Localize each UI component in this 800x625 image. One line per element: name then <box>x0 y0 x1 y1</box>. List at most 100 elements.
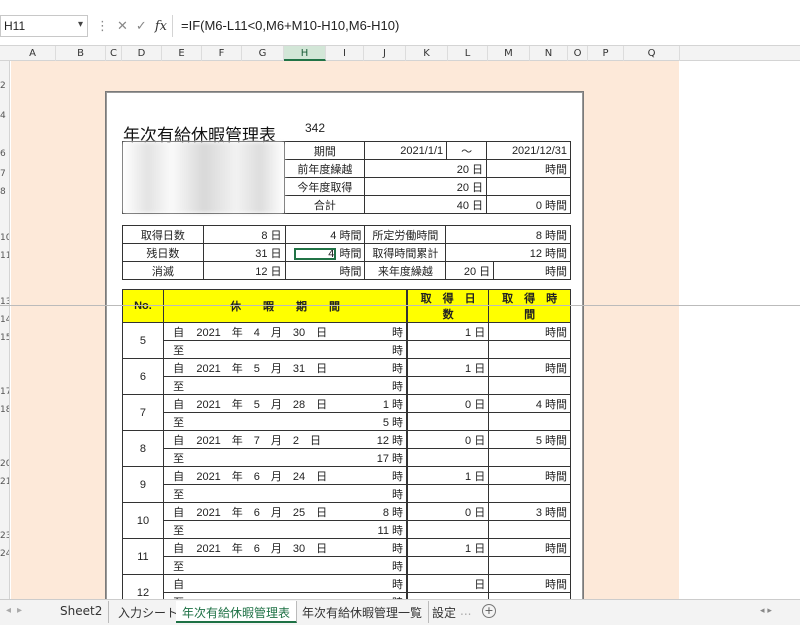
entry-from-date[interactable]: 2021 年 5 月 31 日 <box>193 358 354 377</box>
row-header[interactable]: 24 <box>0 549 9 559</box>
selected-cell-h11[interactable]: 4 <box>294 247 337 260</box>
entry-from-date[interactable]: 2021 年 7 月 2 日 <box>193 430 354 449</box>
entry-hours[interactable]: 時間 <box>488 574 571 593</box>
entry-to-date[interactable] <box>193 340 354 359</box>
row-header[interactable]: 2 <box>0 81 9 91</box>
entry-days[interactable]: 1 日 <box>406 322 490 341</box>
remain-hours[interactable]: 4 時間 <box>284 243 366 262</box>
tab-settings[interactable]: 設定 <box>426 601 462 623</box>
col-header-h[interactable]: H <box>284 46 326 61</box>
col-header-p[interactable]: P <box>588 46 624 61</box>
entry-days-blank[interactable] <box>406 556 490 575</box>
tab-sheet2[interactable]: Sheet2 <box>54 601 110 623</box>
row-header[interactable]: 23 <box>0 531 9 541</box>
entry-days[interactable]: 1 日 <box>406 538 490 557</box>
carry-days[interactable]: 20 日 <box>364 159 488 178</box>
period-start[interactable]: 2021/1/1 <box>364 141 448 160</box>
row-header[interactable]: 20 <box>0 459 9 469</box>
entry-days[interactable]: 1 日 <box>406 358 490 377</box>
col-header-f[interactable]: F <box>202 46 242 61</box>
entry-hours[interactable]: 3 時間 <box>488 502 571 521</box>
entry-to-time[interactable]: 5 時 <box>353 412 408 431</box>
entry-to-date[interactable] <box>193 520 354 539</box>
tab-annual-leave-sheet[interactable]: 年次有給休暇管理表 <box>176 601 298 623</box>
entry-from-date[interactable]: 2021 年 6 月 25 日 <box>193 502 354 521</box>
more-tabs-icon[interactable]: ... <box>460 604 471 618</box>
col-header-q[interactable]: Q <box>624 46 680 61</box>
entry-hours-blank[interactable] <box>488 556 571 575</box>
entry-days[interactable]: 日 <box>406 574 490 593</box>
entry-hours-blank[interactable] <box>488 412 571 431</box>
row-header[interactable]: 8 <box>0 187 9 197</box>
entry-to-time[interactable]: 時 <box>353 340 408 359</box>
scroll-arrow-icon[interactable]: ◂ ▸ <box>760 606 772 616</box>
entry-to-date[interactable] <box>193 412 354 431</box>
col-header-i[interactable]: I <box>326 46 364 61</box>
col-header-g[interactable]: G <box>242 46 284 61</box>
add-sheet-icon[interactable]: + <box>482 604 496 618</box>
entry-hours-blank[interactable] <box>488 340 571 359</box>
entry-hours[interactable]: 時間 <box>488 358 571 377</box>
col-header-l[interactable]: L <box>448 46 488 61</box>
entry-hours[interactable]: 時間 <box>488 538 571 557</box>
col-header-k[interactable]: K <box>406 46 448 61</box>
std-hours[interactable]: 8 時間 <box>445 225 571 244</box>
tab-annual-leave-list[interactable]: 年次有給休暇管理一覧 <box>296 601 430 623</box>
row-header[interactable]: 15 <box>0 333 9 343</box>
carry-hours[interactable]: 時間 <box>486 159 571 178</box>
entry-days[interactable]: 0 日 <box>406 430 490 449</box>
taken-days[interactable]: 8 日 <box>202 225 286 244</box>
insert-function-icon[interactable]: fx <box>155 19 167 34</box>
cum-hours[interactable]: 12 時間 <box>445 243 571 262</box>
taken-hours[interactable]: 4 時間 <box>284 225 366 244</box>
entry-hours[interactable]: 4 時間 <box>488 394 571 413</box>
col-header-d[interactable]: D <box>122 46 162 61</box>
entry-from-time[interactable]: 時 <box>353 466 408 485</box>
entry-hours[interactable]: 時間 <box>488 322 571 341</box>
entry-from-date[interactable]: 2021 年 5 月 28 日 <box>193 394 354 413</box>
remain-days[interactable]: 31 日 <box>202 243 286 262</box>
entry-days[interactable]: 0 日 <box>406 394 490 413</box>
entry-from-time[interactable]: 時 <box>353 322 408 341</box>
entry-days-blank[interactable] <box>406 412 490 431</box>
col-header-e[interactable]: E <box>162 46 202 61</box>
col-header-o[interactable]: O <box>568 46 588 61</box>
row-header[interactable]: 21 <box>0 477 9 487</box>
entry-from-time[interactable]: 8 時 <box>353 502 408 521</box>
row-header[interactable]: 4 <box>0 111 9 121</box>
entry-hours-blank[interactable] <box>488 448 571 467</box>
tab-input-sheet[interactable]: 入力シート <box>112 601 186 623</box>
tab-nav-arrows-icon[interactable]: ◂▸ <box>6 605 28 616</box>
name-box[interactable]: H11 ▾ <box>0 15 88 37</box>
row-header[interactable]: 18 <box>0 405 9 415</box>
entry-to-time[interactable]: 17 時 <box>353 448 408 467</box>
row-header[interactable]: 11 <box>0 251 9 261</box>
entry-days[interactable]: 0 日 <box>406 502 490 521</box>
total-days[interactable]: 40 日 <box>364 195 488 214</box>
next-carry-days[interactable]: 20 日 <box>445 261 495 280</box>
chevron-down-icon[interactable]: ▾ <box>78 19 83 30</box>
entry-to-time[interactable]: 11 時 <box>353 520 408 539</box>
entry-from-time[interactable]: 時 <box>353 574 408 593</box>
entry-hours-blank[interactable] <box>488 376 571 395</box>
row-header[interactable]: 7 <box>0 169 9 179</box>
entry-hours-blank[interactable] <box>488 520 571 539</box>
entry-from-time[interactable]: 12 時 <box>353 430 408 449</box>
col-header-c[interactable]: C <box>106 46 122 61</box>
col-header-a[interactable]: A <box>10 46 56 61</box>
confirm-icon[interactable]: ✓ <box>136 19 147 34</box>
entry-to-date[interactable] <box>193 376 354 395</box>
entry-to-time[interactable]: 時 <box>353 556 408 575</box>
entry-days-blank[interactable] <box>406 340 490 359</box>
entry-to-date[interactable] <box>193 448 354 467</box>
acquired-hours[interactable] <box>486 177 571 196</box>
col-header-j[interactable]: J <box>364 46 406 61</box>
entry-from-date[interactable]: 2021 年 6 月 30 日 <box>193 538 354 557</box>
entry-to-time[interactable]: 時 <box>353 484 408 503</box>
expire-days[interactable]: 12 日 <box>202 261 286 280</box>
acquired-days[interactable]: 20 日 <box>364 177 488 196</box>
row-header[interactable]: 17 <box>0 387 9 397</box>
entry-from-time[interactable]: 1 時 <box>353 394 408 413</box>
entry-from-date[interactable]: 2021 年 4 月 30 日 <box>193 322 354 341</box>
entry-days-blank[interactable] <box>406 448 490 467</box>
